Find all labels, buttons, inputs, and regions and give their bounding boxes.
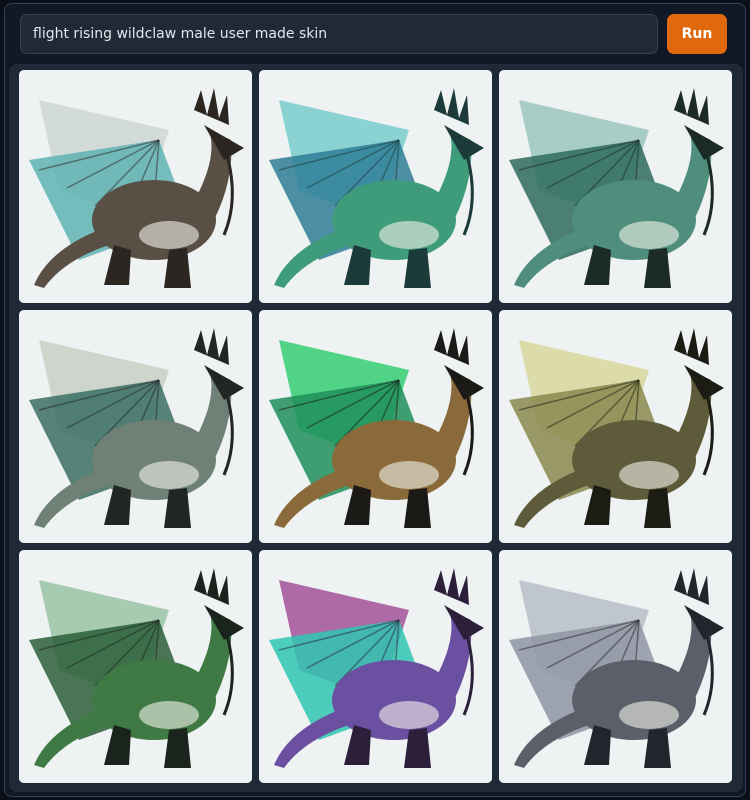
- app-container: flight rising wildclaw male user made sk…: [4, 3, 746, 797]
- dragon-illustration: [499, 70, 732, 303]
- image-gallery: [9, 64, 743, 792]
- generated-image-5[interactable]: [259, 310, 492, 543]
- generated-image-8[interactable]: [259, 550, 492, 783]
- generated-image-2[interactable]: [259, 70, 492, 303]
- dragon-illustration: [499, 550, 732, 783]
- generated-image-1[interactable]: [19, 70, 252, 303]
- run-button[interactable]: Run: [667, 14, 727, 54]
- generated-image-7[interactable]: [19, 550, 252, 783]
- generated-image-3[interactable]: [499, 70, 732, 303]
- generated-image-6[interactable]: [499, 310, 732, 543]
- prompt-input[interactable]: flight rising wildclaw male user made sk…: [20, 14, 658, 54]
- generated-image-9[interactable]: [499, 550, 732, 783]
- dragon-illustration: [499, 310, 732, 543]
- dragon-illustration: [19, 310, 252, 543]
- dragon-illustration: [259, 70, 492, 303]
- dragon-illustration: [259, 310, 492, 543]
- dragon-illustration: [19, 70, 252, 303]
- dragon-illustration: [19, 550, 252, 783]
- dragon-illustration: [259, 550, 492, 783]
- generated-image-4[interactable]: [19, 310, 252, 543]
